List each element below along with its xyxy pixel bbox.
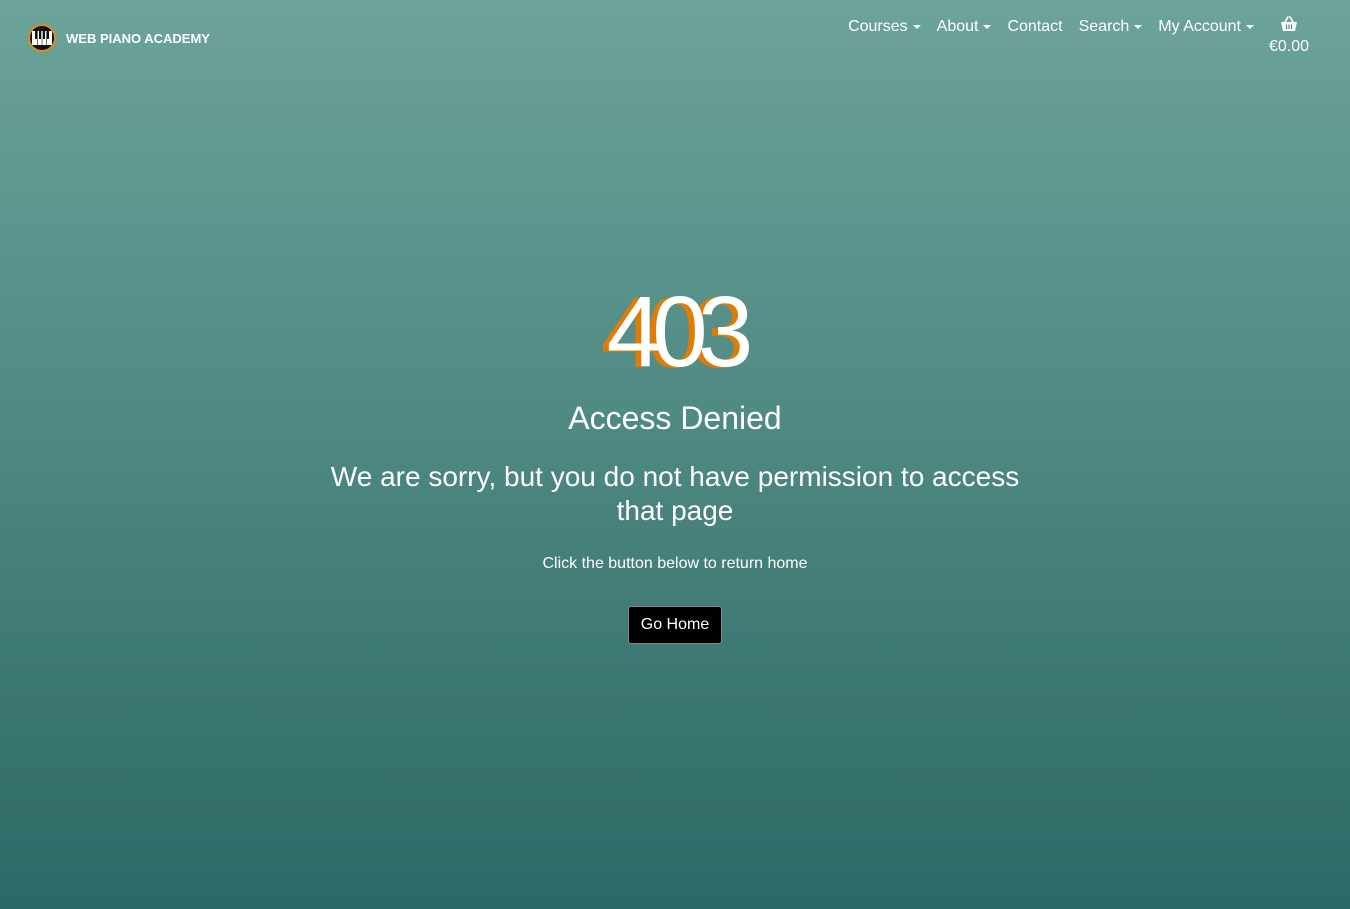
cart-link[interactable]: €0.00 <box>1264 16 1314 56</box>
main-nav: Courses About Contact Search My Account <box>848 16 1254 38</box>
error-message: We are sorry, but you do not have permis… <box>330 461 1020 526</box>
page-title: Access Denied <box>568 400 782 436</box>
nav-item-label: About <box>936 18 979 35</box>
nav-item-courses[interactable]: Courses <box>848 16 921 38</box>
error-code: 403 403 <box>575 276 775 388</box>
nav-item-my-account[interactable]: My Account <box>1158 16 1254 38</box>
nav-item-label: My Account <box>1158 18 1241 35</box>
cart-total: €0.00 <box>1268 38 1310 55</box>
return-hint: Click the button below to return home <box>542 555 808 572</box>
caret-down-icon <box>1134 25 1143 29</box>
nav-item-label: Courses <box>848 18 908 35</box>
nav-item-search[interactable]: Search <box>1079 16 1143 38</box>
nav-item-label: Search <box>1078 18 1130 35</box>
error-code-text: 403 <box>606 276 754 388</box>
caret-down-icon <box>983 25 992 29</box>
caret-down-icon <box>912 25 921 29</box>
go-home-button[interactable]: Go Home <box>627 606 723 644</box>
nav-item-contact[interactable]: Contact <box>1007 16 1062 38</box>
caret-down-icon <box>1246 25 1254 29</box>
shopping-basket-icon <box>1280 16 1298 36</box>
error-content: 403 403 Access Denied We are sorry, but … <box>0 282 1350 644</box>
nav-item-about[interactable]: About <box>937 16 992 38</box>
piano-keys-icon <box>28 24 56 52</box>
navbar: WEB PIANO ACADEMY Courses About Contact … <box>0 0 1350 80</box>
nav-item-label: Contact <box>1007 18 1063 35</box>
brand-name: WEB PIANO ACADEMY <box>66 30 210 46</box>
brand-link[interactable]: WEB PIANO ACADEMY <box>28 24 210 52</box>
